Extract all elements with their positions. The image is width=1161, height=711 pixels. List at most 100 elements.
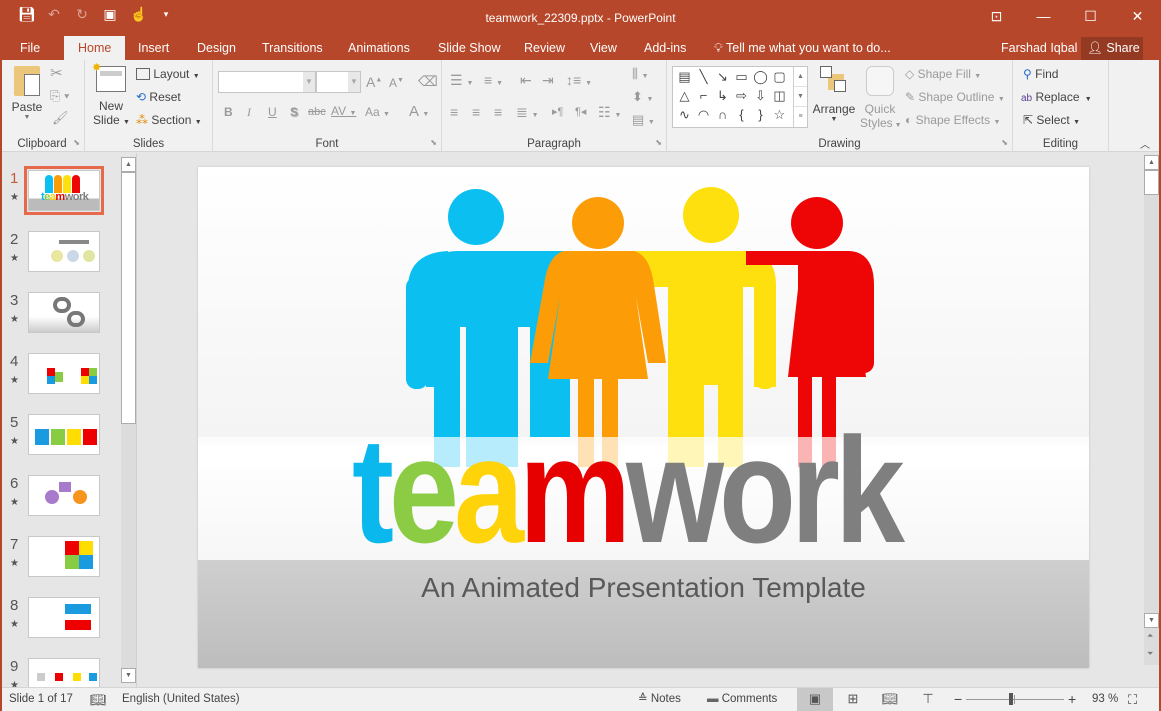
zoom-slider-thumb[interactable] (1009, 693, 1014, 705)
font-size-box[interactable]: ▼ (316, 71, 361, 93)
tab-animations[interactable]: Animations (348, 36, 410, 60)
dialog-launcher-icon[interactable]: ⬊ (430, 138, 437, 147)
zoom-slider[interactable] (966, 693, 1064, 705)
tell-me-box[interactable]: 💡︎ Tell me what you want to do... (714, 36, 891, 60)
next-slide-icon[interactable]: ⏷ (1147, 649, 1153, 659)
shapes-gallery[interactable]: ▤ ╲ ↘ ▭ ◯ ▢ △ ⌐ ↳ ⇨ ⇩ ◫ ∿ ◠ ∩ { } ☆ ▲ ▼ … (672, 66, 808, 128)
previous-slide-icon[interactable]: ⏶ (1147, 631, 1153, 641)
zoom-level[interactable]: 93 % (1092, 688, 1118, 711)
tab-transitions[interactable]: Transitions (262, 36, 323, 60)
tab-review[interactable]: Review (524, 36, 565, 60)
line-shape-icon[interactable]: ╲ (694, 69, 713, 88)
change-case-button[interactable]: Aa ▼ (365, 105, 390, 119)
slide-thumbnail-row[interactable]: 4 ★ (0, 353, 120, 414)
slide-thumbnail[interactable] (28, 597, 100, 638)
gallery-scroll[interactable]: ▲ ▼ ≡ (793, 67, 807, 127)
slide-thumbnail-row[interactable]: 7 ★ (0, 536, 120, 597)
slide-thumbnail[interactable] (28, 658, 100, 687)
underline-button[interactable]: U (268, 105, 277, 119)
dialog-launcher-icon[interactable]: ⬊ (655, 138, 662, 147)
tab-slide-show[interactable]: Slide Show (438, 36, 501, 60)
dialog-launcher-icon[interactable]: ⬊ (1001, 138, 1008, 147)
comments-button[interactable]: ▬ Comments (707, 688, 777, 711)
numbering-icon[interactable]: ≡ ▼ (484, 72, 503, 88)
freeform-shape-icon[interactable]: ◫ (770, 88, 789, 107)
font-color-button[interactable]: A ▼ (409, 103, 429, 120)
align-text-icon[interactable]: ⬍ ▼ (632, 89, 653, 105)
character-spacing-button[interactable]: AV ▼ (331, 104, 356, 118)
slide-thumbnail[interactable] (28, 536, 100, 577)
italic-button[interactable]: I (247, 105, 251, 120)
copy-icon[interactable]: ⎘ ▾ (50, 88, 69, 104)
scroll-down-icon[interactable]: ▼ (1144, 613, 1159, 628)
language-indicator[interactable]: English (United States) (122, 688, 240, 711)
slide-thumbnail-row[interactable]: 9 ★ (0, 658, 120, 687)
tab-design[interactable]: Design (197, 36, 236, 60)
share-button[interactable]: 👤︎ Share (1081, 37, 1143, 60)
slide-show-button[interactable]: ⊤ (910, 688, 946, 711)
shadow-button[interactable]: S (290, 105, 298, 119)
gallery-up-icon[interactable]: ▲ (794, 67, 807, 87)
select-button[interactable]: ⇱ Select ▼ (1023, 113, 1080, 127)
user-name[interactable]: Farshad Iqbal (1001, 36, 1077, 60)
current-slide[interactable]: teamwork An Animated Presentation Templa… (198, 167, 1089, 668)
shape-fill-button[interactable]: ◇ Shape Fill ▼ (905, 67, 981, 81)
shape-effects-button[interactable]: ◐ Shape Effects ▼ (905, 113, 1000, 127)
left-brace-shape-icon[interactable]: { (732, 107, 751, 126)
text-box-shape-icon[interactable]: ▤ (675, 69, 694, 88)
tab-file[interactable]: File (20, 36, 40, 60)
slide-thumbnail-row[interactable]: 3 ★ (0, 292, 120, 353)
slide-thumbnail-row[interactable]: 2 ★ (0, 231, 120, 292)
spell-check-icon[interactable]: 📖︎ (90, 688, 107, 711)
scroll-thumb[interactable] (1144, 170, 1159, 195)
decrease-indent-icon[interactable]: ⇤ (520, 72, 532, 89)
arrow-line-shape-icon[interactable]: ↘ (713, 69, 732, 88)
rounded-rectangle-shape-icon[interactable]: ▢ (770, 69, 789, 88)
find-button[interactable]: ⚲ Find (1023, 67, 1058, 81)
increase-indent-icon[interactable]: ⇥ (542, 72, 554, 89)
ltr-icon[interactable]: ▸¶ (552, 105, 563, 118)
collapse-ribbon-icon[interactable]: ︿ (1140, 136, 1150, 151)
arc-shape-icon[interactable]: ◠ (694, 107, 713, 126)
star-shape-icon[interactable]: ☆ (770, 107, 789, 126)
reset-button[interactable]: ⟲ Reset (136, 90, 181, 104)
section-button[interactable]: ⁂ Section ▼ (136, 113, 202, 127)
strikethrough-button[interactable]: abc (308, 106, 326, 118)
justify-icon[interactable]: ≣ ▼ (516, 104, 539, 121)
new-slide-button[interactable]: ✸ New Slide ▼ (92, 62, 130, 127)
slide-thumbnail[interactable] (28, 353, 100, 394)
font-name-box[interactable]: ▼ (218, 71, 316, 93)
zoom-in-button[interactable]: + (1068, 688, 1076, 711)
zoom-out-button[interactable]: − (954, 688, 962, 711)
align-right-icon[interactable]: ≡ (494, 104, 502, 120)
slide-thumbnail[interactable] (28, 475, 100, 516)
reading-view-button[interactable]: 📖︎ (872, 688, 908, 711)
slide-thumbnail[interactable] (28, 414, 100, 455)
smartart-icon[interactable]: ▤ ▼ (632, 112, 655, 128)
fit-to-window-icon[interactable]: ⛶ (1128, 688, 1137, 711)
slide-thumbnail[interactable] (28, 292, 100, 333)
replace-button[interactable]: ab Replace ▼ (1021, 90, 1092, 104)
chevron-down-icon[interactable]: ▼ (303, 72, 315, 92)
close-button[interactable]: ✕ (1114, 0, 1161, 32)
slide-subtitle[interactable]: An Animated Presentation Template (198, 572, 1089, 604)
gallery-more-icon[interactable]: ≡ (794, 107, 807, 127)
format-painter-icon[interactable]: 🖌︎ (52, 110, 69, 126)
slide-thumbnail-selected[interactable]: teamwork (24, 166, 104, 215)
bold-button[interactable]: B (224, 105, 233, 119)
cut-icon[interactable]: ✂ (50, 64, 63, 82)
right-brace-shape-icon[interactable]: } (751, 107, 770, 126)
elbow-arrow-shape-icon[interactable]: ↳ (713, 88, 732, 107)
tab-view[interactable]: View (590, 36, 617, 60)
gallery-down-icon[interactable]: ▼ (794, 87, 807, 107)
normal-view-button[interactable]: ▣ (797, 688, 833, 711)
slide-thumbnail-row[interactable]: 1 ★ teamwork (0, 166, 120, 231)
bullets-icon[interactable]: ☰ ▼ (450, 72, 473, 89)
grow-font-button[interactable]: A▲ (366, 74, 382, 90)
scroll-up-icon[interactable]: ▲ (1144, 155, 1159, 170)
line-spacing-icon[interactable]: ↕≡ ▼ (566, 72, 592, 88)
elbow-connector-shape-icon[interactable]: ⌐ (694, 88, 713, 107)
chevron-down-icon[interactable]: ▼ (348, 72, 360, 92)
tab-insert[interactable]: Insert (138, 36, 169, 60)
tab-add-ins[interactable]: Add-ins (644, 36, 686, 60)
